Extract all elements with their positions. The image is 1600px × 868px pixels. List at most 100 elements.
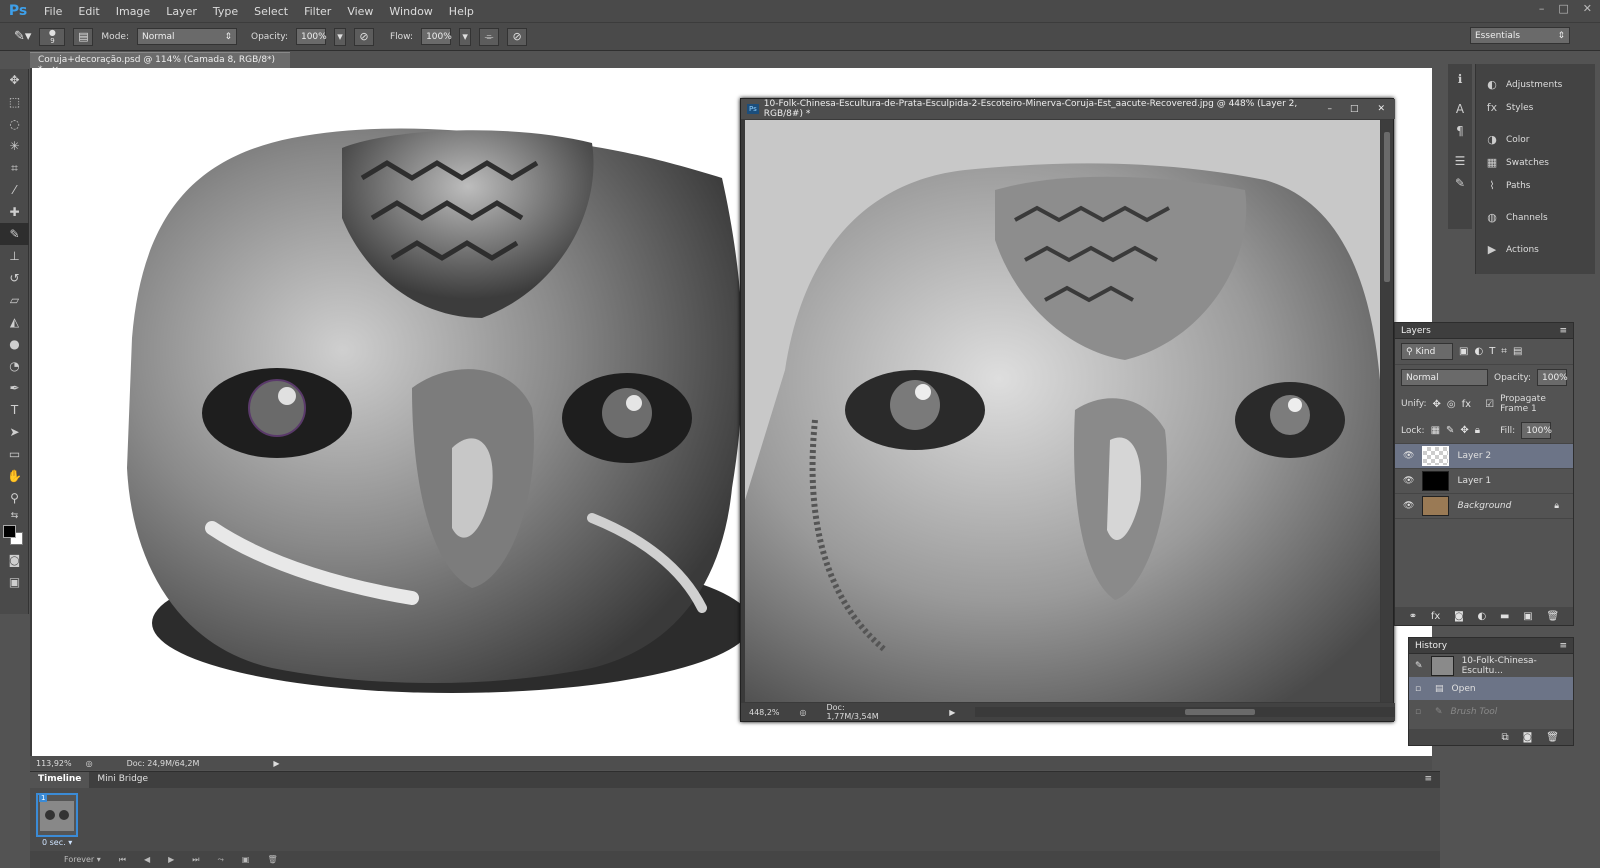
brush-tool-preset-icon[interactable]: ✎▾ [14, 29, 31, 44]
add-mask-icon[interactable]: ◙ [1454, 611, 1464, 622]
eyedropper-tool-icon[interactable]: ⁄ [0, 179, 29, 201]
panel-menu-icon[interactable]: ≡ [1559, 326, 1573, 336]
layer-name[interactable]: Background [1457, 501, 1546, 511]
link-layers-icon[interactable]: ⚭ [1409, 611, 1417, 622]
menu-select[interactable]: Select [246, 5, 296, 18]
screen-mode-icon[interactable]: ▣ [0, 571, 29, 593]
unify-visibility-icon[interactable]: ◎ [1447, 399, 1456, 410]
visibility-eye-icon[interactable]: 👁︎ [1403, 451, 1414, 461]
blend-mode-select[interactable]: Normal [1401, 369, 1488, 386]
new-snapshot-icon[interactable]: ◙ [1523, 732, 1533, 743]
menu-help[interactable]: Help [441, 5, 482, 18]
layer-row-layer-1[interactable]: 👁︎ Layer 1 [1395, 469, 1573, 494]
flow-input[interactable]: 100% [421, 28, 452, 45]
floating-document-window[interactable]: Ps 10-Folk-Chinesa-Escultura-de-Prata-Es… [740, 98, 1396, 722]
menu-layer[interactable]: Layer [158, 5, 205, 18]
clone-stamp-tool-icon[interactable]: ⊥ [0, 245, 29, 267]
dodge-tool-icon[interactable]: ◔ [0, 355, 29, 377]
status-info-icon[interactable]: ◎ [800, 708, 807, 717]
layer-opacity-input[interactable]: 100% [1537, 369, 1568, 386]
tween-icon[interactable]: ⤳ [217, 855, 223, 865]
paragraph-panel-icon[interactable]: ¶ [1448, 120, 1472, 142]
filter-pixel-icon[interactable]: ▣ [1459, 346, 1468, 357]
unify-style-icon[interactable]: fx [1462, 399, 1471, 410]
history-brush-tool-icon[interactable]: ↺ [0, 267, 29, 289]
menu-view[interactable]: View [339, 5, 381, 18]
delete-frame-icon[interactable]: 🗑︎ [267, 855, 277, 864]
brush-size-picker[interactable]: ● 9 [39, 27, 66, 46]
lock-position-icon[interactable]: ✥ [1460, 425, 1468, 436]
new-document-from-state-icon[interactable]: ⧉ [1501, 732, 1508, 743]
history-item-brush-tool[interactable]: ▫ ✎ Brush Tool [1409, 700, 1573, 723]
move-tool-icon[interactable]: ✥ [0, 69, 29, 91]
play-icon[interactable]: ▶ [168, 855, 174, 864]
tab-mini-bridge[interactable]: Mini Bridge [89, 772, 156, 788]
lock-transparent-icon[interactable]: ▦ [1431, 425, 1440, 436]
panel-channels[interactable]: ◍ Channels [1476, 206, 1595, 229]
floating-vertical-scrollbar[interactable] [1381, 120, 1393, 702]
history-panel-header[interactable]: History ≡ [1409, 638, 1573, 654]
float-minimize-icon[interactable]: – [1318, 104, 1341, 114]
healing-brush-tool-icon[interactable]: ✚ [0, 201, 29, 223]
float-zoom-readout[interactable]: 448,2% [749, 708, 780, 717]
panel-menu-icon[interactable]: ≡ [1416, 772, 1440, 788]
airbrush-icon[interactable]: ⌯ [479, 27, 500, 46]
paint-bucket-tool-icon[interactable]: ◭ [0, 311, 29, 333]
first-frame-icon[interactable]: ⏮ [119, 855, 126, 865]
pen-tool-icon[interactable]: ✒ [0, 377, 29, 399]
filter-adjustment-icon[interactable]: ◐ [1474, 346, 1483, 357]
rectangle-tool-icon[interactable]: ▭ [0, 443, 29, 465]
panel-color[interactable]: ◑ Color [1476, 128, 1595, 151]
lock-image-icon[interactable]: ✎ [1446, 425, 1454, 436]
flow-dropdown-icon[interactable]: ▾ [459, 27, 472, 46]
propagate-checkbox[interactable]: ☑ [1485, 399, 1494, 410]
add-style-icon[interactable]: fx [1431, 611, 1440, 622]
float-close-icon[interactable]: ✕ [1367, 104, 1395, 114]
panel-adjustments[interactable]: ◐ Adjustments [1476, 73, 1595, 96]
panel-menu-icon[interactable]: ≡ [1559, 641, 1573, 651]
filter-shape-icon[interactable]: ⌗ [1501, 346, 1507, 357]
hand-tool-icon[interactable]: ✋ [0, 465, 29, 487]
new-group-icon[interactable]: ▬ [1500, 611, 1509, 622]
opacity-dropdown-icon[interactable]: ▾ [333, 27, 346, 46]
menu-window[interactable]: Window [381, 5, 440, 18]
floating-window-titlebar[interactable]: Ps 10-Folk-Chinesa-Escultura-de-Prata-Es… [741, 99, 1395, 119]
panel-actions[interactable]: ▶ Actions [1476, 238, 1595, 261]
frame-duration-select[interactable]: 0 sec. ▾ [42, 838, 72, 847]
new-layer-icon[interactable]: ▣ [1523, 611, 1532, 622]
layer-row-layer-2[interactable]: 👁︎ Layer 2 [1395, 444, 1573, 469]
hscroll-thumb[interactable] [1185, 709, 1256, 715]
layer-row-background[interactable]: 👁︎ Background 🔒︎ [1395, 494, 1573, 519]
crop-tool-icon[interactable]: ⌗ [0, 157, 29, 179]
color-swatches[interactable] [0, 523, 28, 549]
unify-position-icon[interactable]: ✥ [1433, 399, 1441, 410]
fill-input[interactable]: 100% [1521, 422, 1552, 439]
filter-smart-object-icon[interactable]: ▤ [1513, 346, 1522, 357]
filter-type-icon[interactable]: T [1489, 346, 1495, 357]
close-app-button[interactable]: ✕ [1583, 2, 1592, 15]
menu-filter[interactable]: Filter [296, 5, 339, 18]
pressure-opacity-icon[interactable]: ⊘ [353, 27, 374, 46]
layer-name[interactable]: Layer 2 [1457, 451, 1573, 461]
float-maximize-icon[interactable]: □ [1341, 104, 1368, 114]
history-brush-source-icon[interactable]: ✎ [1415, 661, 1423, 671]
history-item-open[interactable]: ▫ ▤ Open [1409, 677, 1573, 700]
visibility-eye-icon[interactable]: 👁︎ [1403, 501, 1414, 511]
status-menu-arrow-icon[interactable]: ▶ [273, 759, 279, 768]
swap-colors-icon[interactable]: ⇆ [0, 509, 29, 523]
eraser-tool-icon[interactable]: ▱ [0, 289, 29, 311]
new-fill-layer-icon[interactable]: ◐ [1478, 611, 1487, 622]
workspace-select[interactable]: Essentials ⇕ [1470, 27, 1570, 44]
vscroll-thumb[interactable] [1384, 132, 1390, 282]
menu-file[interactable]: File [36, 5, 70, 18]
magic-wand-tool-icon[interactable]: ✳ [0, 135, 29, 157]
reference-photo[interactable] [745, 120, 1380, 702]
layers-tab[interactable]: Layers [1401, 326, 1431, 336]
info-panel-icon[interactable]: ℹ [1448, 68, 1472, 90]
main-zoom-readout[interactable]: 113,92% [36, 759, 72, 768]
type-tool-icon[interactable]: T [0, 399, 29, 421]
properties-panel-icon[interactable]: ☰ [1448, 150, 1472, 172]
pressure-size-icon[interactable]: ⊘ [507, 27, 528, 46]
path-selection-tool-icon[interactable]: ➤ [0, 421, 29, 443]
history-tab[interactable]: History [1415, 641, 1447, 651]
